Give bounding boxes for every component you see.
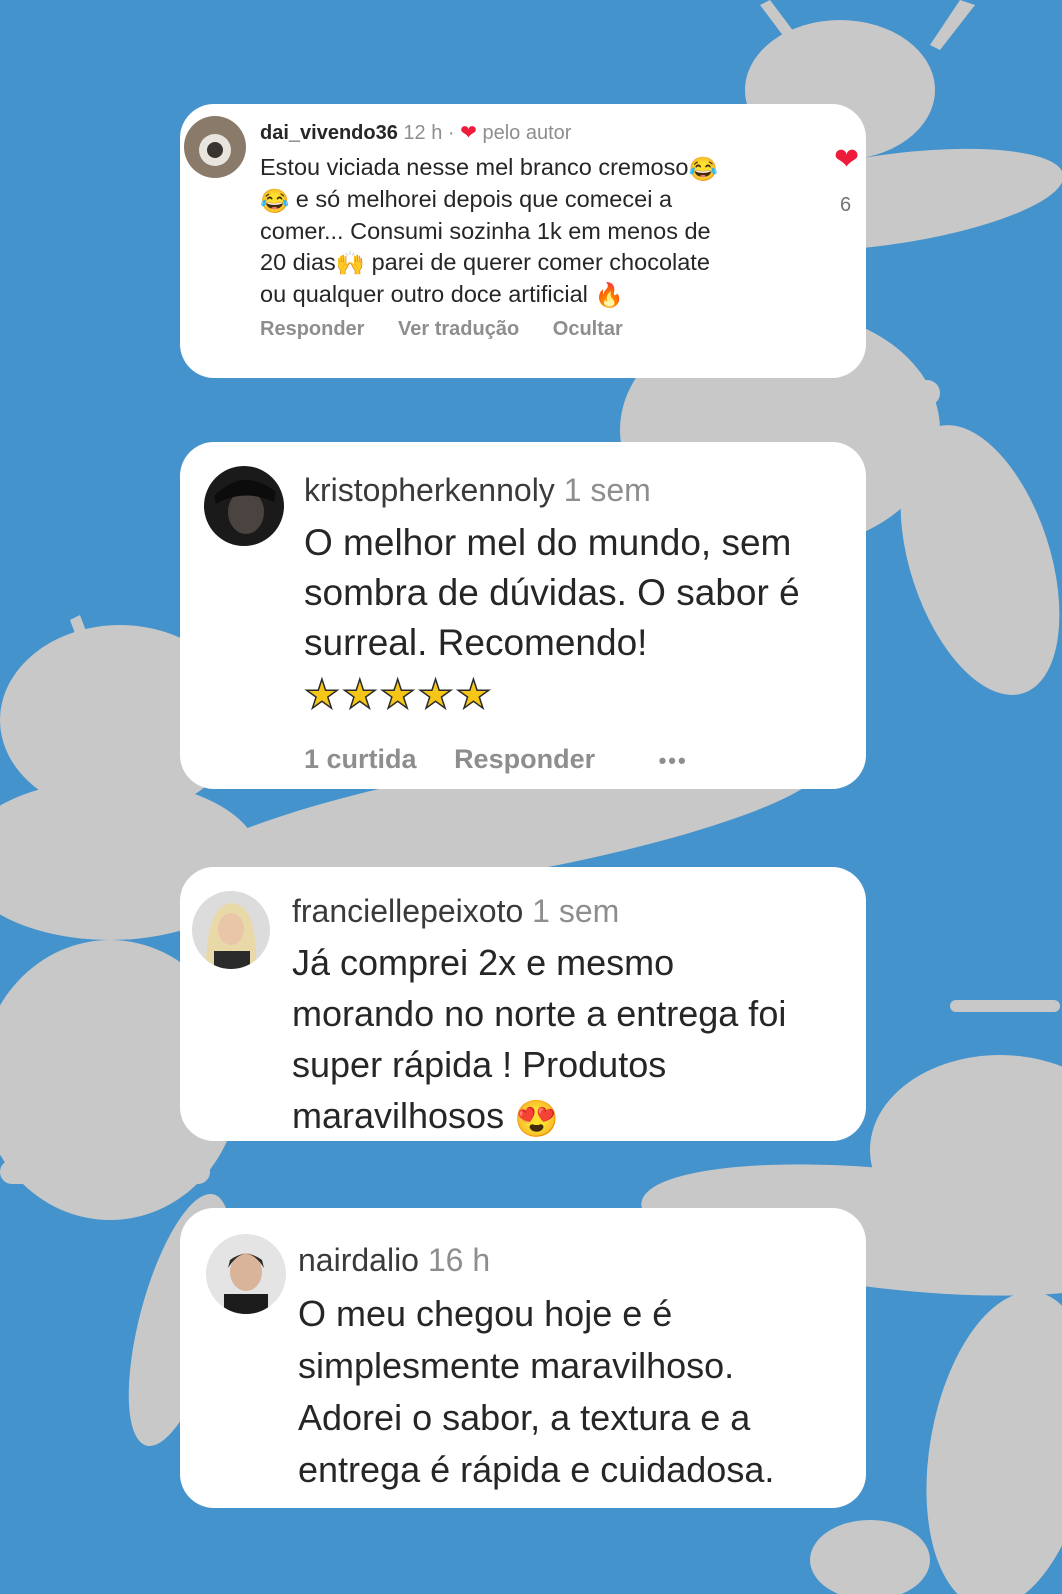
comment-text: O melhor mel do mundo, sem sombra de dúv… — [303, 518, 864, 720]
star-icon: ★ — [379, 672, 418, 718]
star-icon: ★ — [341, 672, 380, 718]
like-count: 6 — [840, 194, 852, 216]
star-icon: ★ — [303, 672, 342, 718]
comment-card: dai_vivendo36 12 h · ❤ pelo autor Estou … — [180, 104, 866, 378]
heart-eyes-emoji-icon: 😍 — [514, 1097, 559, 1139]
comment-text: O meu chegou hoje e é simplesmente marav… — [298, 1293, 775, 1490]
joy-emoji-icon: 😂 — [260, 187, 290, 214]
raised-hands-emoji-icon: 🙌 — [335, 250, 366, 277]
avatar[interactable] — [206, 1234, 286, 1314]
five-star-rating: ★★★★★ — [303, 670, 864, 720]
author-badge: pelo autor — [482, 122, 572, 144]
comment-username[interactable]: franciellepeixoto — [292, 893, 523, 929]
comment-text: Já comprei 2x e mesmo morando no norte a… — [292, 937, 852, 1144]
avatar[interactable] — [204, 466, 284, 546]
fire-emoji-icon: 🔥 — [594, 282, 624, 309]
comment-time: 12 h — [403, 122, 443, 144]
comment-card: franciellepeixoto 1 sem Já comprei 2x e … — [180, 867, 866, 1141]
avatar[interactable] — [192, 891, 270, 969]
comment-username[interactable]: dai_vivendo36 — [260, 122, 398, 144]
see-translation-button[interactable]: Ver tradução — [398, 318, 519, 341]
reply-button[interactable]: Responder — [454, 744, 595, 775]
joy-emoji-icon: 😂 — [688, 155, 718, 182]
like-heart-button[interactable]: ❤ — [834, 142, 859, 177]
star-icon: ★ — [455, 672, 494, 718]
comment-time: 16 h — [427, 1242, 491, 1278]
comment-text: Estou viciada nesse mel branco cremoso😂 … — [260, 152, 820, 311]
heart-icon: ❤ — [460, 122, 477, 144]
star-icon: ★ — [417, 672, 456, 718]
comment-time: 1 sem — [563, 472, 651, 508]
comment-card: nairdalio 16 h O meu chegou hoje e é sim… — [180, 1208, 866, 1508]
comment-username[interactable]: nairdalio — [298, 1242, 419, 1278]
comment-username[interactable]: kristopherkennoly — [304, 472, 555, 508]
likes-count[interactable]: 1 curtida — [304, 744, 417, 775]
comment-time: 1 sem — [532, 893, 620, 929]
more-options-icon[interactable]: ••• — [659, 748, 688, 774]
avatar[interactable] — [184, 116, 246, 178]
comment-card: kristopherkennoly 1 sem O melhor mel do … — [180, 442, 866, 789]
hide-button[interactable]: Ocultar — [553, 318, 623, 341]
reply-button[interactable]: Responder — [260, 318, 364, 341]
